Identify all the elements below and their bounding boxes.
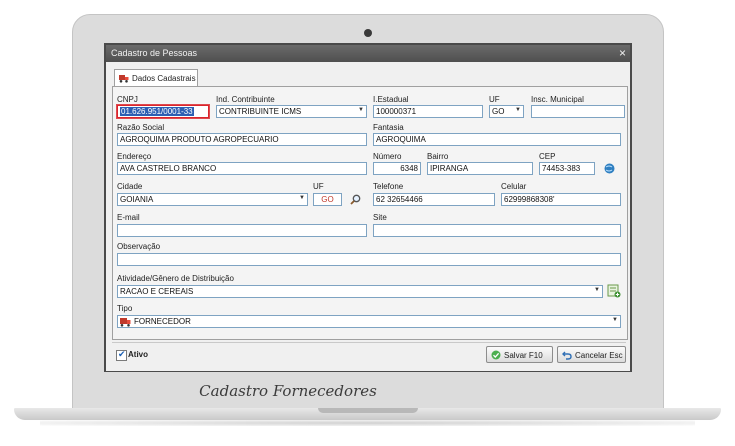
numero-value: 6348 (400, 164, 418, 173)
tipo-value: FORNECEDOR (134, 317, 191, 326)
atividade-value: RACAO E CEREAIS (120, 287, 194, 296)
site-label: Site (373, 213, 387, 222)
cnpj-value: 01.626.951/0001-33 (120, 107, 194, 116)
add-record-icon[interactable] (607, 284, 621, 298)
chevron-down-icon: ▼ (299, 195, 305, 201)
i-estadual-label: I.Estadual (373, 95, 409, 104)
check-circle-icon (491, 350, 501, 360)
undo-icon (562, 351, 572, 360)
uf-top-value: GO (492, 107, 505, 116)
celular-value: 62999868308' (504, 195, 555, 204)
caption: Cadastro Fornecedores (199, 382, 377, 400)
close-icon[interactable]: × (619, 46, 626, 60)
uf-city-field[interactable]: GO (313, 193, 342, 206)
observacao-field[interactable] (117, 253, 621, 266)
insc-municipal-label: Insc. Municipal (531, 95, 584, 104)
cancel-button-label: Cancelar Esc (575, 351, 623, 360)
bairro-value: IPIRANGA (430, 164, 469, 173)
fantasia-label: Fantasia (373, 123, 404, 132)
camera-icon (364, 29, 372, 37)
site-field[interactable] (373, 224, 621, 237)
endereco-field[interactable]: AVA CASTRELO BRANCO (117, 162, 367, 175)
truck-icon (120, 318, 131, 327)
telefone-field[interactable]: 62 32654466 (373, 193, 495, 206)
tipo-select[interactable]: FORNECEDOR ▼ (117, 315, 621, 328)
laptop-shadow (40, 420, 695, 426)
cidade-value: GOIANIA (120, 195, 154, 204)
uf-city-value: GO (321, 195, 334, 204)
save-button-label: Salvar F10 (504, 351, 543, 360)
window-title: Cadastro de Pessoas (111, 48, 198, 58)
bairro-field[interactable]: IPIRANGA (427, 162, 533, 175)
save-button[interactable]: Salvar F10 (486, 346, 553, 363)
chevron-down-icon: ▼ (612, 317, 618, 323)
footer-divider (112, 342, 626, 343)
numero-field[interactable]: 6348 (373, 162, 421, 175)
endereco-value: AVA CASTRELO BRANCO (120, 164, 217, 173)
insc-municipal-field[interactable] (531, 105, 625, 118)
email-label: E-mail (117, 213, 140, 222)
chevron-down-icon: ▼ (515, 107, 521, 113)
tipo-label: Tipo (117, 304, 133, 313)
cnpj-label: CNPJ (117, 95, 138, 104)
fantasia-value: AGROQUIMA (376, 135, 426, 144)
numero-label: Número (373, 152, 402, 161)
laptop-base-notch (318, 408, 418, 413)
cep-field[interactable]: 74453-383 (539, 162, 595, 175)
atividade-label: Atividade/Gênero de Distribuição (117, 274, 234, 283)
cnpj-field[interactable]: 01.626.951/0001-33 (117, 105, 209, 118)
razao-social-label: Razão Social (117, 123, 165, 132)
search-icon[interactable] (350, 194, 361, 205)
chevron-down-icon: ▼ (594, 287, 600, 293)
ind-contribuinte-select[interactable]: CONTRIBUINTE ICMS ▼ (216, 105, 367, 118)
ativo-checkbox[interactable]: ✔ (116, 349, 127, 361)
atividade-select[interactable]: RACAO E CEREAIS ▼ (117, 285, 603, 298)
checkmark-icon: ✔ (118, 349, 126, 359)
telefone-label: Telefone (373, 182, 404, 191)
uf-top-select[interactable]: GO ▼ (489, 105, 524, 118)
i-estadual-field[interactable]: 100000371 (373, 105, 483, 118)
endereco-label: Endereço (117, 152, 152, 161)
celular-field[interactable]: 62999868308' (501, 193, 621, 206)
uf-top-label: UF (489, 95, 500, 104)
cep-value: 74453-383 (542, 164, 581, 173)
ativo-label: Ativo (128, 350, 148, 359)
bairro-label: Bairro (427, 152, 449, 161)
fantasia-field[interactable]: AGROQUIMA (373, 133, 621, 146)
razao-social-field[interactable]: AGROQUIMA PRODUTO AGROPECUARIO (117, 133, 367, 146)
razao-social-value: AGROQUIMA PRODUTO AGROPECUARIO (120, 135, 279, 144)
email-field[interactable] (117, 224, 367, 237)
form-panel: CNPJ 01.626.951/0001-33 Ind. Contribuint… (112, 86, 628, 340)
cidade-label: Cidade (117, 182, 143, 191)
ind-contribuinte-value: CONTRIBUINTE ICMS (219, 107, 302, 116)
title-bar[interactable]: Cadastro de Pessoas × (106, 45, 630, 62)
celular-label: Celular (501, 182, 527, 191)
chevron-down-icon: ▼ (358, 107, 364, 113)
telefone-value: 62 32654466 (376, 195, 423, 204)
uf-city-label: UF (313, 182, 324, 191)
observacao-label: Observação (117, 242, 161, 251)
i-estadual-value: 100000371 (376, 107, 417, 116)
cidade-select[interactable]: GOIANIA ▼ (117, 193, 308, 206)
truck-icon (119, 75, 129, 83)
cep-label: CEP (539, 152, 556, 161)
globe-icon[interactable] (604, 163, 615, 174)
cancel-button[interactable]: Cancelar Esc (557, 346, 626, 363)
cadastro-window: Cadastro de Pessoas × Dados Cadastrais C… (106, 45, 630, 371)
tab-dados-cadastrais[interactable]: Dados Cadastrais (114, 69, 198, 87)
ind-contribuinte-label: Ind. Contribuinte (216, 95, 275, 104)
tab-label: Dados Cadastrais (132, 74, 196, 83)
